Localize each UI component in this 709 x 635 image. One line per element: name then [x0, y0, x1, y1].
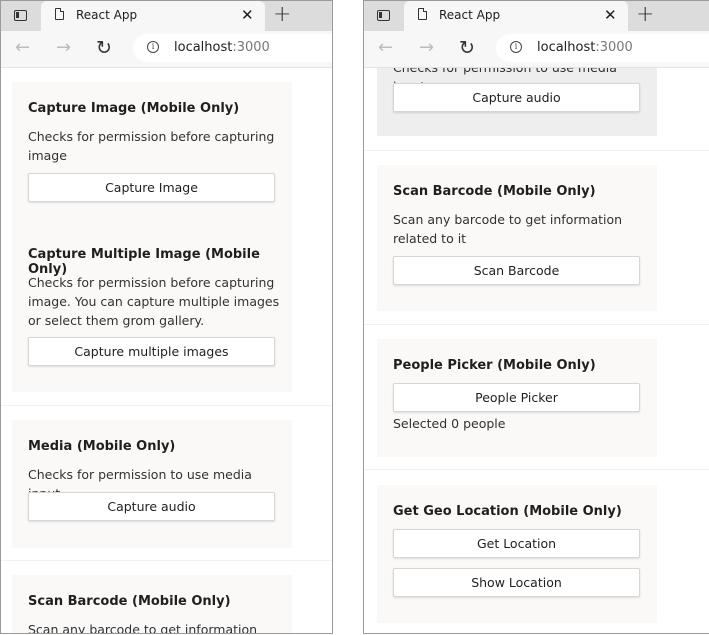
capture-audio-button[interactable]: Capture audio — [28, 492, 275, 521]
new-tab-icon[interactable]: + — [273, 2, 291, 28]
refresh-icon[interactable]: ↻ — [459, 38, 475, 58]
address-bar: ← → ↻ i localhost:3000 — [1, 31, 332, 68]
url-host: localhost — [174, 40, 233, 55]
geo-location-card: Get Geo Location (Mobile Only) Get Locat… — [377, 485, 657, 623]
card-description: Checks for permission before capturing i… — [28, 129, 275, 163]
browser-tab[interactable]: React App ✕ — [404, 1, 628, 31]
card-title: Get Geo Location (Mobile Only) — [393, 504, 622, 519]
card-description: Checks for permission before capturing i… — [28, 275, 280, 328]
url-port: :3000 — [232, 40, 270, 55]
media-card: Checks for permission to use media input… — [377, 68, 657, 136]
card-title: People Picker (Mobile Only) — [393, 358, 596, 373]
media-card: Media (Mobile Only) Checks for permissio… — [12, 420, 292, 548]
close-tab-icon[interactable]: ✕ — [241, 6, 254, 24]
capture-multiple-images-button[interactable]: Capture multiple images — [28, 337, 275, 366]
tab-title: React App — [439, 8, 501, 22]
card-title: Capture Image (Mobile Only) — [28, 101, 240, 116]
card-title: Scan Barcode (Mobile Only) — [28, 594, 231, 609]
divider — [364, 150, 709, 151]
forward-arrow-icon[interactable]: → — [419, 38, 434, 58]
new-tab-icon[interactable]: + — [636, 2, 654, 28]
close-tab-icon[interactable]: ✕ — [604, 6, 617, 24]
capture-image-button[interactable]: Capture Image — [28, 173, 275, 202]
page-content: Checks for permission to use media input… — [364, 68, 709, 633]
tab-strip: React App ✕ + — [1, 1, 332, 31]
show-location-button[interactable]: Show Location — [393, 568, 640, 597]
site-info-icon[interactable]: i — [147, 41, 159, 53]
refresh-icon[interactable]: ↻ — [96, 38, 112, 58]
site-info-icon[interactable]: i — [510, 41, 522, 53]
divider — [1, 405, 332, 406]
divider — [1, 560, 332, 561]
back-arrow-icon[interactable]: ← — [378, 38, 393, 58]
browser-tab[interactable]: React App ✕ — [41, 1, 265, 31]
tab-title: React App — [76, 8, 138, 22]
page-content: Capture Image (Mobile Only) Checks for p… — [1, 68, 332, 633]
people-picker-button[interactable]: People Picker — [393, 383, 640, 412]
browser-window-left: React App ✕ + ← → ↻ i localhost:3000 Cap… — [0, 0, 333, 634]
scan-barcode-card: Scan Barcode (Mobile Only) Scan any barc… — [377, 165, 657, 311]
page-icon — [55, 8, 64, 20]
card-description: Scan any barcode to get information rela… — [393, 212, 623, 246]
get-location-button[interactable]: Get Location — [393, 529, 640, 558]
tab-strip: React App ✕ + — [364, 1, 709, 31]
selected-people-status: Selected 0 people — [393, 416, 506, 431]
browser-window-right: React App ✕ + ← → ↻ i localhost:3000 Che… — [363, 0, 709, 634]
divider — [364, 324, 709, 325]
divider — [364, 469, 709, 470]
address-bar: ← → ↻ i localhost:3000 — [364, 31, 709, 68]
scan-barcode-button[interactable]: Scan Barcode — [393, 256, 640, 285]
card-title: Media (Mobile Only) — [28, 439, 176, 454]
scan-barcode-card: Scan Barcode (Mobile Only) Scan any barc… — [12, 575, 292, 633]
capture-multiple-image-card: Capture Multiple Image (Mobile Only) Che… — [12, 232, 292, 392]
url-field[interactable]: i localhost:3000 — [133, 34, 332, 62]
page-icon — [418, 8, 427, 20]
url-host: localhost — [537, 40, 596, 55]
capture-image-card: Capture Image (Mobile Only) Checks for p… — [12, 82, 292, 232]
tab-actions-icon[interactable] — [14, 10, 27, 21]
card-description: Scan any barcode to get information — [28, 622, 258, 633]
people-picker-card: People Picker (Mobile Only) People Picke… — [377, 339, 657, 457]
url-port: :3000 — [595, 40, 633, 55]
tab-actions-icon[interactable] — [377, 10, 390, 21]
card-title: Scan Barcode (Mobile Only) — [393, 184, 596, 199]
capture-audio-button[interactable]: Capture audio — [393, 83, 640, 112]
back-arrow-icon[interactable]: ← — [15, 38, 30, 58]
forward-arrow-icon[interactable]: → — [56, 38, 71, 58]
url-field[interactable]: i localhost:3000 — [496, 34, 709, 62]
